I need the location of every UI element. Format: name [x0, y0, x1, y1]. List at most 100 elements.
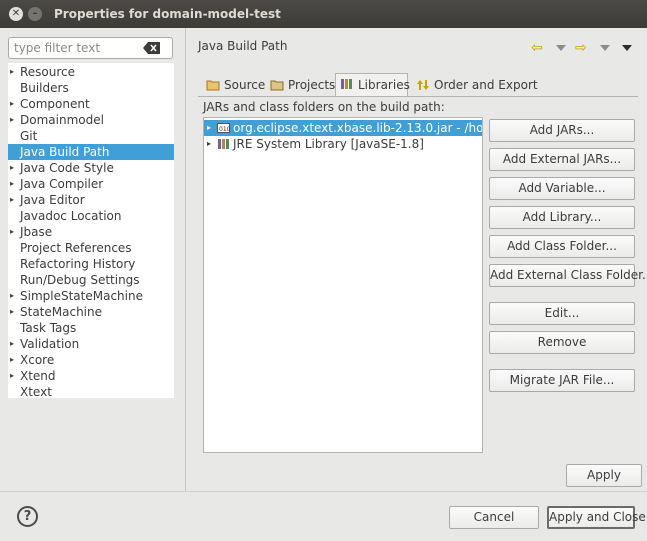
tree-item-task-tags[interactable]: Task Tags — [8, 320, 174, 336]
tree-item-label: Java Compiler — [20, 177, 104, 191]
expand-arrow-icon[interactable]: ▸ — [207, 136, 211, 152]
filter-input[interactable] — [12, 40, 142, 56]
expand-arrow-icon[interactable]: ▸ — [10, 64, 14, 80]
tree-item-project-references[interactable]: Project References — [8, 240, 174, 256]
tab-source[interactable]: Source — [202, 75, 265, 97]
tree-item-label: Domainmodel — [20, 113, 104, 127]
library-entry-xbase-jar[interactable]: ▸ 010 org.eclipse.xtext.xbase.lib-2.13.0… — [204, 120, 482, 136]
expand-arrow-icon[interactable]: ▸ — [10, 368, 14, 384]
add-variable-button[interactable]: Add Variable... — [489, 177, 635, 200]
left-pane: ▸ Resource Builders ▸ Component ▸ Domainmodel G… — [0, 28, 185, 491]
expand-arrow-icon[interactable]: ▸ — [10, 288, 14, 304]
tree-item-label: Task Tags — [20, 321, 77, 335]
tree-item-label: Jbase — [20, 225, 53, 239]
tree-item-label: SimpleStateMachine — [20, 289, 143, 303]
tab-projects[interactable]: Projects — [266, 75, 335, 97]
back-arrow-icon[interactable]: ⇦ — [531, 40, 543, 56]
tree-item-label: Javadoc Location — [20, 209, 122, 223]
remove-button[interactable]: Remove — [489, 331, 635, 354]
pane-divider[interactable] — [185, 28, 186, 491]
tab-order-and-export[interactable]: Order and Export — [412, 75, 538, 97]
expand-arrow-icon[interactable]: ▸ — [10, 112, 14, 128]
forward-arrow-icon[interactable]: ⇨ — [575, 40, 587, 56]
help-icon[interactable]: ? — [17, 506, 38, 527]
libraries-list: ▸ 010 org.eclipse.xtext.xbase.lib-2.13.0… — [203, 117, 483, 453]
tree-item-jbase[interactable]: ▸ Jbase — [8, 224, 174, 240]
expand-arrow-icon[interactable]: ▸ — [10, 224, 14, 240]
tree-item-label: Xtext — [20, 385, 52, 399]
tree-item-validation[interactable]: ▸ Validation — [8, 336, 174, 352]
view-menu-icon[interactable] — [622, 45, 632, 51]
libraries-icon — [341, 79, 352, 89]
expand-arrow-icon[interactable]: ▸ — [10, 304, 14, 320]
close-window-button[interactable]: ✕ — [9, 7, 23, 21]
add-external-class-folder-button[interactable]: Add External Class Folder... — [489, 264, 647, 287]
add-class-folder-button[interactable]: Add Class Folder... — [489, 235, 635, 258]
libraries-caption: JARs and class folders on the build path… — [203, 100, 445, 114]
tree-item-label: Resource — [20, 65, 76, 79]
expand-arrow-icon[interactable]: ▸ — [10, 352, 14, 368]
expand-arrow-icon[interactable]: ▸ — [10, 192, 14, 208]
back-dropdown-icon[interactable] — [556, 45, 566, 51]
expand-arrow-icon[interactable]: ▸ — [10, 160, 14, 176]
tree-item-java-compiler[interactable]: ▸ Java Compiler — [8, 176, 174, 192]
add-library-button[interactable]: Add Library... — [489, 206, 635, 229]
tree-item-label: Git — [20, 129, 38, 143]
tree-item-git[interactable]: Git — [8, 128, 174, 144]
title-bar: ✕ – Properties for domain-model-test — [0, 0, 647, 28]
add-jars-button[interactable]: Add JARs... — [489, 119, 635, 142]
tree-item-domainmodel[interactable]: ▸ Domainmodel — [8, 112, 174, 128]
tree-item-label: Java Editor — [20, 193, 85, 207]
tree-item-label: Xcore — [20, 353, 55, 367]
tree-item-java-editor[interactable]: ▸ Java Editor — [8, 192, 174, 208]
tree-item-run-debug-settings[interactable]: Run/Debug Settings — [8, 272, 174, 288]
tree-item-java-build-path[interactable]: Java Build Path — [8, 144, 174, 160]
tree-item-label: Run/Debug Settings — [20, 273, 140, 287]
migrate-jar-button[interactable]: Migrate JAR File... — [489, 369, 635, 392]
tree-item-java-code-style[interactable]: ▸ Java Code Style — [8, 160, 174, 176]
source-folder-icon — [206, 80, 220, 91]
build-path-tabs: Source Projects Libraries Order and Expo… — [198, 73, 632, 97]
clear-filter-icon[interactable] — [143, 42, 160, 54]
dialog-button-bar: ? Cancel Apply and Close — [0, 491, 647, 541]
tree-item-label: Java Build Path — [20, 145, 110, 159]
tree-item-simplestatemachine[interactable]: ▸ SimpleStateMachine — [8, 288, 174, 304]
expand-arrow-icon[interactable]: ▸ — [10, 176, 14, 192]
order-export-icon — [417, 80, 429, 90]
window-title: Properties for domain-model-test — [54, 7, 281, 21]
tree-item-xtext[interactable]: Xtext — [8, 384, 174, 400]
tree-item-statemachine[interactable]: ▸ StateMachine — [8, 304, 174, 320]
filter-box — [8, 37, 173, 59]
minimize-window-button[interactable]: – — [28, 7, 42, 21]
expand-arrow-icon[interactable]: ▸ — [10, 336, 14, 352]
add-external-jars-button[interactable]: Add External JARs... — [489, 148, 635, 171]
tree-item-label: StateMachine — [20, 305, 102, 319]
tree-item-component[interactable]: ▸ Component — [8, 96, 174, 112]
projects-icon — [270, 80, 284, 91]
library-icon — [218, 139, 229, 149]
tree-item-resource[interactable]: ▸ Resource — [8, 64, 174, 80]
tree-item-label: Component — [20, 97, 90, 111]
tab-separator — [198, 96, 638, 97]
tree-item-label: Project References — [20, 241, 132, 255]
expand-arrow-icon[interactable]: ▸ — [207, 120, 211, 136]
tree-item-xtend[interactable]: ▸ Xtend — [8, 368, 174, 384]
tree-item-label: Builders — [20, 81, 69, 95]
tab-libraries[interactable]: Libraries — [335, 73, 410, 97]
tree-item-builders[interactable]: Builders — [8, 80, 174, 96]
expand-arrow-icon[interactable]: ▸ — [10, 96, 14, 112]
page-title: Java Build Path — [198, 39, 288, 53]
library-entry-jre-system[interactable]: ▸ JRE System Library [JavaSE-1.8] — [204, 136, 482, 152]
tree-item-label: Java Code Style — [20, 161, 114, 175]
tree-item-xcore[interactable]: ▸ Xcore — [8, 352, 174, 368]
tree-item-label: Xtend — [20, 369, 56, 383]
tree-item-javadoc-location[interactable]: Javadoc Location — [8, 208, 174, 224]
forward-dropdown-icon[interactable] — [600, 45, 610, 51]
cancel-button[interactable]: Cancel — [449, 506, 539, 529]
edit-button[interactable]: Edit... — [489, 302, 635, 325]
apply-and-close-button[interactable]: Apply and Close — [547, 506, 646, 529]
apply-button[interactable]: Apply — [566, 464, 642, 487]
tree-item-label: Validation — [20, 337, 80, 351]
jar-icon: 010 — [217, 123, 230, 133]
tree-item-refactoring-history[interactable]: Refactoring History — [8, 256, 174, 272]
